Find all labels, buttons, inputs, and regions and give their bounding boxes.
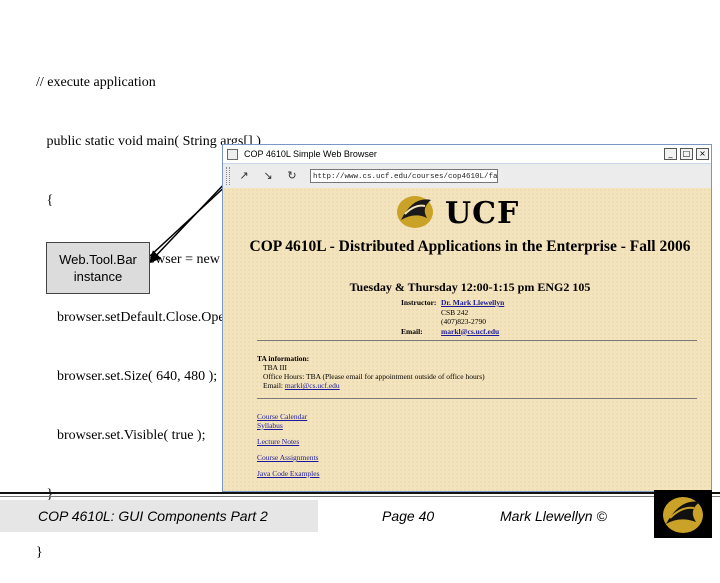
instructor-link[interactable]: Dr. Mark Llewellyn — [441, 298, 504, 307]
callout-arrow-line — [148, 179, 229, 264]
java-app-icon — [227, 148, 238, 160]
back-arrow-icon[interactable]: ↗ — [234, 167, 254, 185]
ta-info: TA information: TBA III Office Hours: TB… — [257, 354, 485, 390]
callout-box: Web.Tool.Bar instance — [46, 242, 150, 294]
course-links: Course Calendar Syllabus Lecture Notes C… — [257, 412, 319, 485]
ta-name: TBA III — [263, 363, 287, 372]
code-line: } — [36, 545, 43, 561]
link-java-code-examples[interactable]: Java Code Examples — [257, 469, 319, 485]
maximize-button[interactable]: □ — [680, 148, 693, 160]
forward-arrow-icon[interactable]: ↘ — [258, 167, 278, 185]
link-course-calendar[interactable]: Course Calendar — [257, 412, 319, 421]
course-title: COP 4610L - Distributed Applications in … — [249, 238, 691, 255]
link-syllabus[interactable]: Syllabus — [257, 421, 319, 437]
ta-email-label: Email: — [263, 381, 283, 390]
email-label: Email: — [401, 326, 423, 336]
web-page-content: UCF COP 4610L - Distributed Applications… — [223, 188, 711, 491]
toolbar-grip-handle[interactable] — [226, 167, 230, 185]
footer-course: COP 4610L: GUI Components Part 2 — [0, 500, 318, 532]
instructor-info: Instructor: Dr. Mark Llewellyn CSB 242 (4… — [401, 298, 504, 336]
callout-label: Web.Tool.Bar — [59, 252, 137, 267]
link-lecture-notes[interactable]: Lecture Notes — [257, 437, 319, 453]
ta-email-link[interactable]: markl@cs.ucf.edu — [285, 381, 340, 390]
course-schedule: Tuesday & Thursday 12:00-1:15 pm ENG2 10… — [349, 280, 591, 294]
email-link[interactable]: markl@cs.ucf.edu — [441, 327, 499, 336]
footer-rule — [0, 492, 720, 494]
refresh-icon[interactable]: ↻ — [282, 167, 302, 185]
divider — [257, 340, 697, 341]
callout-label: instance — [73, 269, 123, 284]
browser-window: COP 4610L Simple Web Browser _ □ × ↗ ↘ ↻… — [222, 144, 712, 492]
instructor-label: Instructor: — [401, 298, 437, 307]
phone-text: (407)823-2790 — [441, 317, 486, 326]
url-field[interactable]: http://www.cs.ucf.edu/courses/cop4610L/f… — [310, 169, 498, 183]
footer-rule — [0, 496, 720, 497]
ta-office-hours: Office Hours: TBA (Please email for appo… — [263, 372, 485, 381]
web-toolbar: ↗ ↘ ↻ http://www.cs.ucf.edu/courses/cop4… — [223, 164, 711, 189]
footer-page-number: Page 40 — [382, 508, 435, 524]
minimize-button[interactable]: _ — [664, 148, 677, 160]
ucf-pegasus-corner-icon — [654, 490, 712, 538]
link-course-assignments[interactable]: Course Assignments — [257, 453, 319, 469]
footer-author: Mark Llewellyn © — [500, 508, 607, 524]
ucf-logo-text: UCF — [445, 196, 520, 231]
ta-header: TA information: — [257, 354, 310, 363]
window-controls: _ □ × — [664, 148, 709, 160]
close-button[interactable]: × — [696, 148, 709, 160]
office-text: CSB 242 — [441, 307, 469, 317]
window-title: COP 4610L Simple Web Browser — [244, 149, 377, 159]
divider — [257, 398, 697, 399]
title-bar[interactable]: COP 4610L Simple Web Browser _ □ × — [223, 145, 711, 164]
